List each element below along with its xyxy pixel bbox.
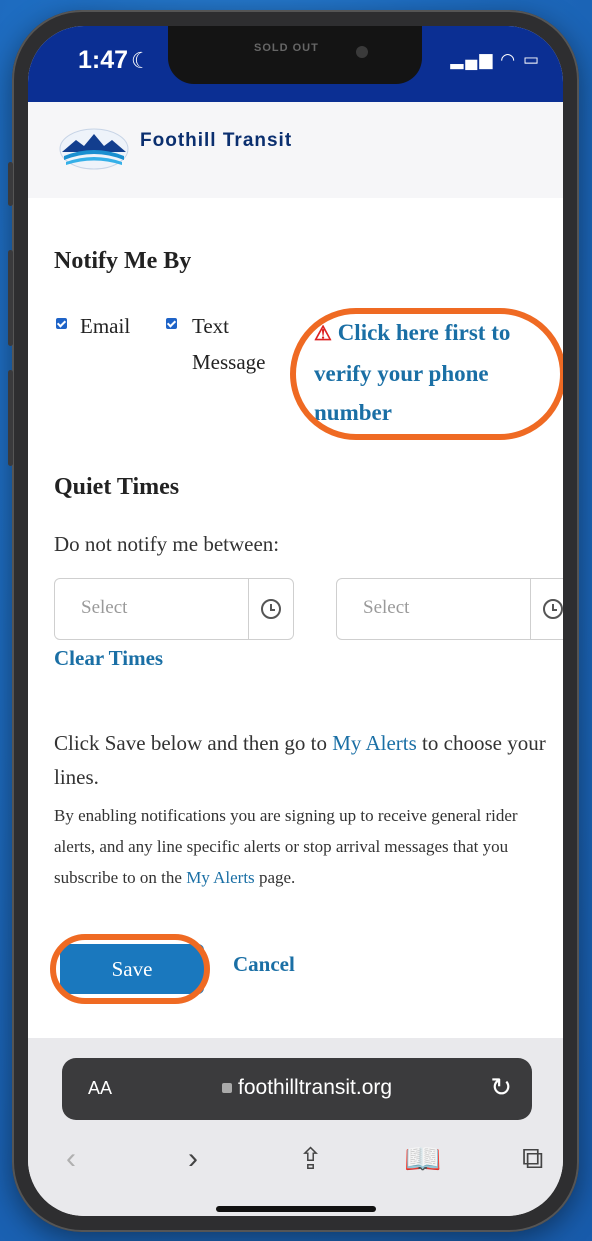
text-size-button[interactable]: AA — [88, 1078, 112, 1099]
clock-icon[interactable] — [543, 599, 563, 619]
end-time-placeholder: Select — [363, 597, 410, 618]
share-icon[interactable]: ⇪ — [298, 1142, 323, 1177]
notch: SOLD OUT — [168, 26, 422, 84]
camera-icon — [356, 46, 368, 58]
text-label-line2: Message — [192, 350, 266, 374]
start-time-placeholder: Select — [81, 597, 128, 618]
volume-up-button — [8, 250, 13, 346]
highlight-oval-verify — [290, 308, 563, 440]
text-label-line1: Text — [192, 314, 230, 338]
email-checkbox[interactable] — [56, 318, 67, 329]
text-message-checkbox[interactable] — [166, 318, 177, 329]
volume-down-button — [8, 370, 13, 466]
lock-icon — [222, 1083, 232, 1093]
email-label: Email — [80, 314, 131, 338]
status-bar: 1:47 ☾ SOLD OUT ▂▄▆ ◠ ▭ — [28, 26, 563, 102]
clock-icon[interactable] — [261, 599, 281, 619]
save-instructions: Click Save below and then go to My Alert… — [54, 726, 554, 794]
url-value: foothilltransit.org — [238, 1076, 393, 1099]
highlight-oval-save — [50, 934, 210, 1004]
my-alerts-link-2[interactable]: My Alerts — [186, 868, 254, 887]
status-time: 1:47 ☾ — [78, 46, 151, 75]
disclaimer-text-b: page. — [254, 868, 296, 887]
tabs-icon[interactable]: ⧉ — [522, 1142, 543, 1176]
start-time-select[interactable]: Select — [54, 578, 294, 640]
phone-frame: 1:47 ☾ SOLD OUT ▂▄▆ ◠ ▭ Foothill Transit … — [8, 10, 579, 1232]
bookmarks-icon[interactable]: 📖 — [404, 1142, 441, 1177]
screen: 1:47 ☾ SOLD OUT ▂▄▆ ◠ ▭ Foothill Transit … — [28, 26, 563, 1216]
notch-text: SOLD OUT — [254, 42, 319, 54]
safari-toolbar: AA foothilltransit.org ↻ ‹ › ⇪ 📖 ⧉ — [28, 1038, 563, 1216]
foothill-logo-icon — [59, 128, 129, 170]
my-alerts-link[interactable]: My Alerts — [332, 731, 417, 755]
end-time-select[interactable]: Select — [336, 578, 563, 640]
address-bar[interactable]: AA foothilltransit.org ↻ — [62, 1058, 532, 1120]
forward-icon[interactable]: › — [188, 1142, 198, 1176]
cancel-link[interactable]: Cancel — [233, 952, 295, 977]
notification-disclaimer: By enabling notifications you are signin… — [54, 800, 554, 893]
wifi-icon: ◠ — [501, 50, 517, 69]
divider — [530, 579, 531, 639]
status-icons: ▂▄▆ ◠ ▭ — [450, 50, 541, 70]
clear-times-link[interactable]: Clear Times — [54, 646, 163, 671]
quiet-times-heading: Quiet Times — [54, 474, 180, 500]
url-text[interactable]: foothilltransit.org — [222, 1076, 392, 1100]
home-indicator[interactable] — [216, 1206, 376, 1212]
brand-name: Foothill Transit — [140, 130, 293, 151]
signal-icon: ▂▄▆ — [450, 50, 495, 69]
side-button — [8, 162, 13, 206]
back-icon[interactable]: ‹ — [66, 1142, 76, 1176]
battery-icon: ▭ — [522, 50, 541, 69]
notify-heading: Notify Me By — [54, 248, 192, 274]
aa-text: AA — [88, 1078, 113, 1098]
reload-icon[interactable]: ↻ — [490, 1072, 512, 1103]
quiet-times-subtitle: Do not notify me between: — [54, 532, 280, 556]
time-text: 1:47 — [78, 46, 129, 74]
instr-text-a: Click Save below and then go to — [54, 731, 333, 755]
divider — [248, 579, 249, 639]
moon-icon: ☾ — [131, 48, 151, 73]
